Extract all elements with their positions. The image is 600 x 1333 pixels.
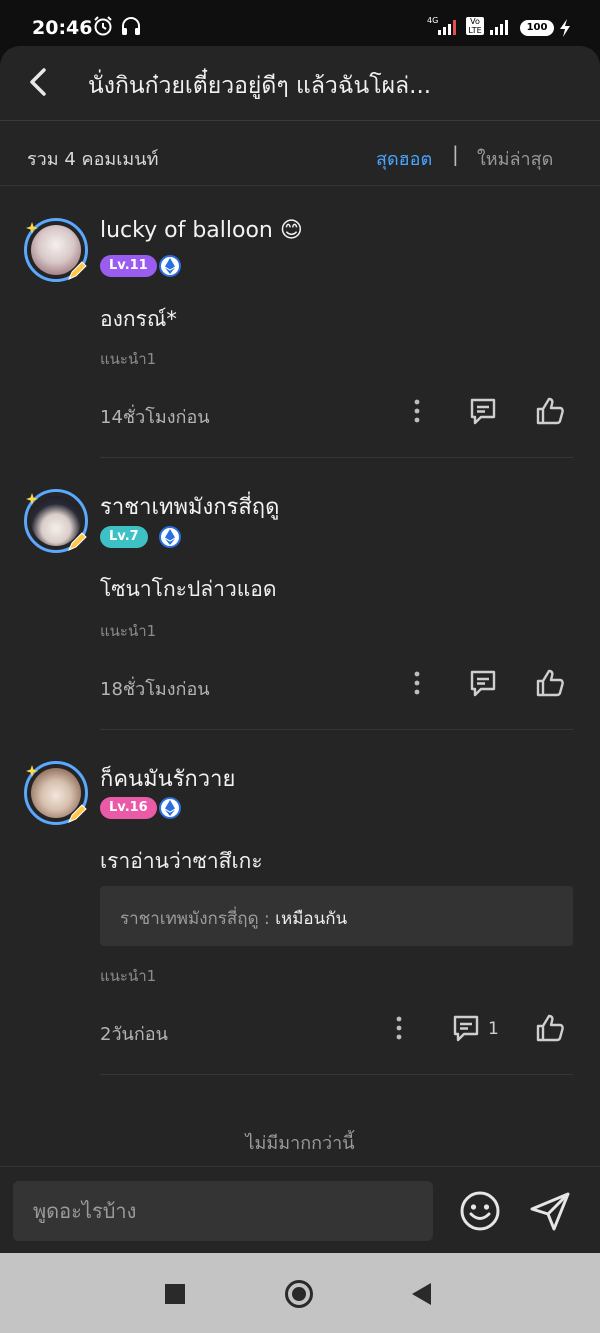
comments-sheet: นั่งกินก๋วยเตี๋ยวอยู่ดีๆ แล้วฉันโผล่... …: [0, 46, 600, 1253]
comment-username[interactable]: ก็คนมันรักวาย: [100, 761, 235, 796]
writer-pen-icon: [68, 532, 87, 551]
thumbs-up-icon[interactable]: [534, 1012, 566, 1044]
header: นั่งกินก๋วยเตี๋ยวอยู่ดีๆ แล้วฉันโผล่...: [0, 46, 600, 121]
headphones-icon: [122, 17, 140, 35]
reply-text: เหมือนกัน: [275, 909, 348, 929]
thumbs-up-icon[interactable]: [534, 667, 566, 699]
system-nav-bar: [0, 1253, 600, 1333]
more-vertical-icon[interactable]: [394, 1015, 404, 1041]
reply-preview-content: ราชาเทพมังกรสี่ฤดู : เหมือนกัน: [120, 905, 347, 932]
comment-input-bar: [0, 1166, 600, 1253]
comment-text: โซนาโกะปล่าวแอด: [100, 577, 277, 601]
ethereum-badge-icon: [159, 797, 181, 819]
ethereum-badge-icon: [159, 526, 181, 548]
level-badge: Lv.11: [100, 255, 157, 277]
smiley-icon[interactable]: [458, 1189, 502, 1233]
signal-2-icon: [490, 20, 508, 35]
battery-icon: 100: [520, 20, 554, 36]
comment-count: รวม 4 คอมเมนท์: [27, 149, 159, 170]
comment-text: องกรณ์*: [100, 307, 177, 331]
thumbs-up-icon[interactable]: [534, 395, 566, 427]
comment-username[interactable]: lucky of balloon 😊: [100, 218, 303, 243]
more-vertical-icon[interactable]: [412, 398, 422, 424]
comment-input[interactable]: [13, 1181, 433, 1241]
sparkle-icon: [26, 765, 38, 777]
back-triangle-icon[interactable]: [412, 1283, 431, 1305]
back-chevron-icon[interactable]: [24, 66, 52, 98]
reply-count: 1: [488, 1019, 499, 1039]
sort-hot-tab[interactable]: สุดฮอต: [376, 144, 432, 173]
ethereum-badge-icon: [159, 255, 181, 277]
recent-apps-icon[interactable]: [165, 1284, 185, 1304]
home-icon[interactable]: [285, 1280, 313, 1308]
more-vertical-icon[interactable]: [412, 670, 422, 696]
status-bar: 20:46 4G Vo LTE 100: [0, 0, 600, 52]
charging-icon: [560, 19, 570, 37]
status-time: 20:46: [32, 17, 93, 39]
sort-newest-tab[interactable]: ใหม่ล่าสุด: [477, 144, 553, 173]
sort-bar: รวม 4 คอมเมนท์ สุดฮอต | ใหม่ล่าสุด: [0, 121, 600, 186]
alarm-icon: [94, 16, 112, 36]
recommend-label: แนะนำ1: [100, 967, 157, 985]
recommend-label: แนะนำ1: [100, 350, 157, 368]
reply-author: ราชาเทพมังกรสี่ฤดู :: [120, 909, 276, 929]
reply-comment-icon[interactable]: [467, 667, 499, 699]
sparkle-icon: [26, 493, 38, 505]
comment-time: 14ชั่วโมงก่อน: [100, 407, 210, 428]
signal-icon: [438, 20, 456, 35]
page-title: นั่งกินก๋วยเตี๋ยวอยู่ดีๆ แล้วฉันโผล่...: [88, 73, 432, 99]
divider: [100, 1074, 573, 1075]
sort-separator: |: [452, 142, 459, 166]
level-badge: Lv.16: [100, 797, 157, 819]
comment-time: 18ชั่วโมงก่อน: [100, 679, 210, 700]
reply-comment-icon[interactable]: [450, 1012, 482, 1044]
divider: [100, 457, 573, 458]
writer-pen-icon: [68, 261, 87, 280]
reply-comment-icon[interactable]: [467, 395, 499, 427]
recommend-label: แนะนำ1: [100, 622, 157, 640]
end-of-list-label: ไม่มีมากกว่านี้: [245, 1133, 355, 1154]
comment-time: 2วันก่อน: [100, 1024, 168, 1045]
comment-username[interactable]: ราชาเทพมังกรสี่ฤดู: [100, 489, 279, 524]
comment-text: เราอ่านว่าซาสึเกะ: [100, 849, 263, 873]
writer-pen-icon: [68, 804, 87, 823]
divider: [100, 729, 573, 730]
volte-label: Vo LTE: [466, 17, 484, 35]
send-icon[interactable]: [528, 1189, 572, 1233]
level-badge: Lv.7: [100, 526, 148, 548]
sparkle-icon: [26, 222, 38, 234]
reply-preview[interactable]: ราชาเทพมังกรสี่ฤดู : เหมือนกัน: [100, 886, 573, 946]
